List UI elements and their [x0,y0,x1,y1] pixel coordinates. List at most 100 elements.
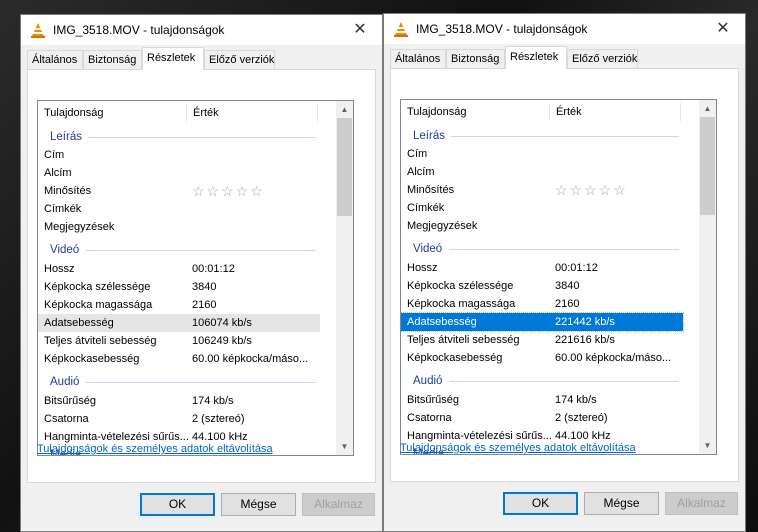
list-item[interactable]: Minősítés ☆☆☆☆☆ [38,182,320,200]
property-name: Teljes átviteli sebesség [407,334,520,346]
ok-button[interactable]: OK [140,493,215,516]
property-list[interactable]: Tulajdonság Érték Leírás Cím Alcím Minős… [400,99,717,455]
list-item[interactable]: Minősítés ☆☆☆☆☆ [401,181,683,199]
group-divider [451,136,679,137]
list-item[interactable]: Címkék [38,200,320,218]
remove-properties-link[interactable]: Tulajdonságok és személyes adatok eltávo… [37,443,273,455]
tab-details[interactable]: Részletek [142,47,204,70]
property-value: 221616 kb/s [555,334,615,346]
scroll-up-arrow-icon[interactable]: ▲ [699,100,716,117]
group-header-video: Videó [38,241,320,259]
tab-security[interactable]: Biztonság [446,49,505,68]
property-name: Bitsűrűség [407,394,459,406]
property-name: Csatorna [44,413,89,425]
tab-general[interactable]: Általános [27,50,83,69]
property-name: Címkék [407,202,445,214]
remove-properties-link[interactable]: Tulajdonságok és személyes adatok eltávo… [400,442,636,454]
property-value: 221442 kb/s [555,316,615,328]
column-header-value[interactable]: Érték [550,100,680,124]
cancel-button[interactable]: Mégse [584,492,659,515]
list-item[interactable]: Csatorna 2 (sztereó) [401,409,683,427]
apply-button[interactable]: Alkalmaz [302,493,375,516]
property-name: Képkocka magassága [44,299,153,311]
group-header-description: Leírás [38,128,320,146]
property-name: Bitsűrűség [44,395,96,407]
group-header-audio: Audió [401,372,683,390]
column-header-property[interactable]: Tulajdonság [38,101,186,125]
list-item[interactable]: Cím [38,146,320,164]
property-name: Hossz [407,262,438,274]
tab-details[interactable]: Részletek [505,46,567,69]
list-item-selected[interactable]: Adatsebesség 106074 kb/s [38,314,320,332]
list-item[interactable]: Hossz 00:01:12 [38,260,320,278]
property-list[interactable]: Tulajdonság Érték Leírás Cím Alcím Minős… [37,100,354,456]
property-value: 174 kb/s [192,395,234,407]
window-title: IMG_3518.MOV - tulajdonságok [416,22,588,36]
list-item[interactable]: Képkocka szélessége 3840 [38,278,320,296]
tab-security[interactable]: Biztonság [83,50,142,69]
property-name: Minősítés [44,185,92,197]
close-button[interactable]: ✕ [338,15,382,45]
property-name: Cím [44,149,65,161]
property-value: 60.00 képkocka/máso... [192,353,309,365]
list-item[interactable]: Címkék [401,199,683,217]
list-item[interactable]: Megjegyzések [38,218,320,236]
scroll-down-arrow-icon[interactable]: ▼ [699,437,716,454]
list-item-selected[interactable]: Adatsebesség 221442 kb/s [401,312,684,332]
tab-previous-versions[interactable]: Előző verziók [204,50,275,69]
list-item[interactable]: Képkocka magassága 2160 [38,296,320,314]
list-item[interactable]: Teljes átviteli sebesség 221616 kb/s [401,331,683,349]
property-name: Adatsebesség [44,317,114,329]
vlc-cone-icon [394,22,408,37]
list-item[interactable]: Képkockasebesség 60.00 képkocka/máso... [401,349,683,367]
window-title: IMG_3518.MOV - tulajdonságok [53,23,225,37]
group-divider [86,382,316,383]
property-name: Adatsebesség [407,316,477,328]
property-value: 3840 [192,281,217,293]
column-header-property[interactable]: Tulajdonság [401,100,549,124]
property-value: 2 (sztereó) [555,412,608,424]
cancel-button[interactable]: Mégse [221,493,296,516]
tab-general[interactable]: Általános [390,49,446,68]
list-item[interactable]: Megjegyzések [401,217,683,235]
close-button[interactable]: ✕ [701,14,745,44]
apply-button[interactable]: Alkalmaz [665,492,738,515]
column-separator[interactable] [680,103,681,121]
scroll-thumb[interactable] [700,117,715,215]
list-item[interactable]: Képkockasebesség 60.00 képkocka/máso... [38,350,320,368]
property-name: Képkocka magassága [407,298,516,310]
vertical-scrollbar[interactable]: ▲ ▼ [699,100,716,454]
group-label: Audió [413,375,443,387]
group-label: Audió [50,376,80,388]
list-item[interactable]: Bitsűrűség 174 kb/s [38,392,320,410]
column-separator[interactable] [317,104,318,122]
property-name: Minősítés [407,184,455,196]
list-item[interactable]: Teljes átviteli sebesség 106249 kb/s [38,332,320,350]
list-item[interactable]: Csatorna 2 (sztereó) [38,410,320,428]
rating-stars-icon[interactable]: ☆☆☆☆☆ [555,181,628,199]
list-item[interactable]: Cím [401,145,683,163]
vertical-scrollbar[interactable]: ▲ ▼ [336,101,353,455]
list-item[interactable]: Alcím [38,164,320,182]
list-item[interactable]: Alcím [401,163,683,181]
title-bar: IMG_3518.MOV - tulajdonságok ✕ [384,14,745,44]
column-header-value[interactable]: Érték [187,101,317,125]
details-panel: Tulajdonság Érték Leírás Cím Alcím Minős… [27,69,376,483]
list-item[interactable]: Bitsűrűség 174 kb/s [401,391,683,409]
rating-stars-icon[interactable]: ☆☆☆☆☆ [192,182,265,200]
property-value: 174 kb/s [555,394,597,406]
title-bar: IMG_3518.MOV - tulajdonságok ✕ [21,15,382,45]
tab-previous-versions[interactable]: Előző verziók [567,49,638,68]
group-header-video: Videó [401,240,683,258]
details-panel: Tulajdonság Érték Leírás Cím Alcím Minős… [390,68,739,482]
scroll-thumb[interactable] [337,118,352,216]
property-name: Teljes átviteli sebesség [44,335,157,347]
list-item[interactable]: Képkocka szélessége 3840 [401,277,683,295]
scroll-down-arrow-icon[interactable]: ▼ [336,438,353,455]
ok-button[interactable]: OK [503,492,578,515]
group-divider [86,250,316,251]
properties-dialog-left: IMG_3518.MOV - tulajdonságok ✕ Általános… [20,14,383,532]
list-item[interactable]: Hossz 00:01:12 [401,259,683,277]
list-item[interactable]: Képkocka magassága 2160 [401,295,683,313]
scroll-up-arrow-icon[interactable]: ▲ [336,101,353,118]
